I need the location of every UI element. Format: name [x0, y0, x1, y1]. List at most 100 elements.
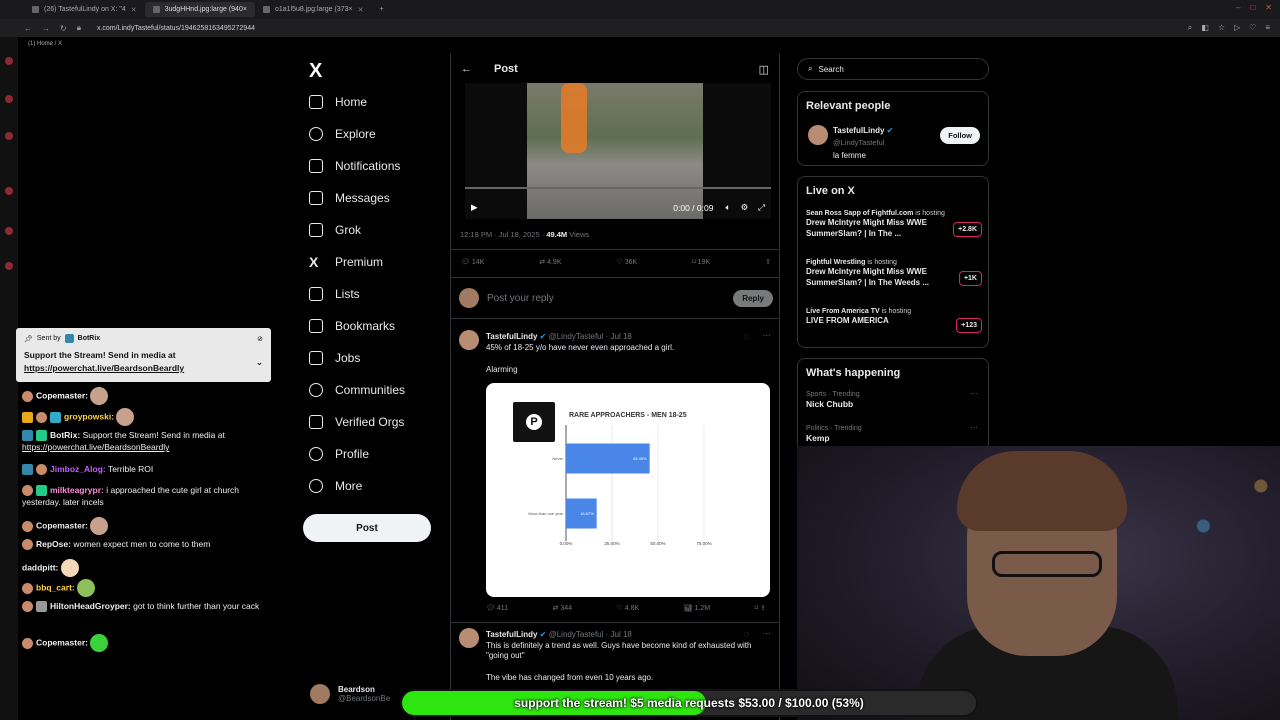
chat-username[interactable]: bbq_cart:	[36, 582, 75, 592]
chart-image[interactable]: P RARE APPROACHERS - MEN 18-25 0.00% 25.0…	[486, 383, 770, 597]
volume-icon[interactable]: 🔈︎	[725, 202, 730, 213]
tab-image-2[interactable]: o1a1l5u8.jpg:large (373× ✕	[255, 2, 372, 17]
close-tab-icon[interactable]: ✕	[131, 6, 137, 14]
fullscreen-icon[interactable]: ⤢	[758, 202, 765, 213]
like-action[interactable]: ♡ 4.8K	[617, 604, 640, 612]
tab-x[interactable]: (26) TastefulLindy on X: "4 ✕	[24, 2, 145, 17]
forward-icon[interactable]: →	[42, 24, 50, 33]
sidebar-app-icon[interactable]	[5, 262, 13, 270]
more-icon[interactable]: ···	[970, 423, 978, 432]
post-button[interactable]: Post	[303, 514, 431, 542]
chat-username[interactable]: daddpitt:	[22, 562, 58, 572]
video-progress[interactable]	[465, 187, 771, 189]
video-player[interactable]: ▶ 0:00 / 0:09 🔈︎ ⚙︎ ⤢	[465, 83, 771, 219]
tweet-author[interactable]: TastefulLindy	[486, 630, 537, 639]
bookmark-action[interactable]: ⌑ 19K	[692, 258, 710, 266]
like-action[interactable]: ♡ 36K	[616, 258, 637, 266]
pinned-link[interactable]: https://powerchat.live/BeardsonBeardly	[24, 363, 184, 373]
reply-action[interactable]: 💬︎ 411	[486, 604, 508, 612]
chat-username[interactable]: RepOse:	[36, 539, 71, 549]
account-switcher[interactable]: Beardson @BeardsonBe	[310, 684, 390, 704]
maximize-icon[interactable]: □	[1250, 3, 1255, 12]
chat-username[interactable]: Jimboz_Alog:	[50, 464, 106, 474]
tab-image-1[interactable]: 3udgHHnd.jpg:large (940×	[144, 2, 255, 17]
back-icon[interactable]: ←	[24, 24, 32, 33]
nav-premium[interactable]: X Premium	[309, 255, 383, 269]
new-tab-button[interactable]: +	[371, 2, 391, 17]
more-icon[interactable]: ···	[763, 330, 772, 340]
close-tab-icon[interactable]: ✕	[358, 6, 364, 14]
minimize-icon[interactable]: –	[1236, 3, 1240, 12]
chat-username[interactable]: BotRix:	[50, 430, 80, 440]
trend-item[interactable]: Sports · Trending Nick Chubb	[806, 391, 860, 409]
tweet-author[interactable]: TastefulLindy	[486, 332, 537, 341]
chat-username[interactable]: groypowski:	[64, 411, 114, 421]
more-icon[interactable]: ···	[970, 389, 978, 398]
live-space[interactable]: Live From America TV is hosting LIVE FRO…	[806, 308, 986, 333]
chat-username[interactable]: Copemaster:	[36, 637, 88, 647]
chat-username[interactable]: HiltonHeadGroyper:	[50, 601, 131, 611]
reply-input[interactable]: Post your reply	[487, 293, 554, 304]
avatar[interactable]	[808, 125, 828, 145]
chat-link[interactable]: https://powerchat.live/BeardsonBeardly	[22, 442, 169, 452]
more-icon[interactable]: ···	[763, 628, 772, 638]
bookmark-icon[interactable]: ⌑ ⇪	[755, 604, 766, 612]
live-space[interactable]: Fightful Wrestling is hosting Drew McInt…	[806, 259, 986, 288]
close-window-icon[interactable]: ✕	[1265, 3, 1272, 12]
extension-icon[interactable]: ◧	[1201, 23, 1209, 33]
reload-icon[interactable]: ↻	[60, 24, 67, 33]
expand-chevron-icon[interactable]: ⌄	[256, 356, 263, 369]
menu-icon[interactable]: ≡	[1265, 23, 1270, 33]
avatar[interactable]	[459, 628, 479, 648]
grok-action-icon[interactable]: ◌	[744, 629, 749, 639]
nav-bookmarks[interactable]: Bookmarks	[309, 319, 395, 333]
nav-verified-orgs[interactable]: Verified Orgs	[309, 415, 404, 429]
repost-action[interactable]: ⇄ 4.9K	[539, 258, 561, 266]
chat-message: Copemaster:	[22, 634, 272, 652]
chat-username[interactable]: Copemaster:	[36, 520, 88, 530]
heart-icon[interactable]: ♡	[1249, 23, 1256, 33]
play-icon[interactable]: ▷	[1234, 23, 1240, 33]
reader-icon[interactable]: ◫	[759, 63, 769, 76]
post-timestamp[interactable]: 12:18 PM · Jul 18, 2025 ·	[460, 230, 546, 239]
nav-profile[interactable]: Profile	[309, 447, 369, 461]
avatar[interactable]	[459, 330, 479, 350]
reply-button[interactable]: Reply	[733, 289, 773, 307]
chat-username[interactable]: milkteagrypr:	[50, 485, 104, 495]
zoom-icon[interactable]: ⌕	[1188, 23, 1192, 33]
x-logo[interactable]: X	[309, 60, 322, 83]
nav-notifications[interactable]: Notifications	[309, 159, 400, 173]
back-arrow-icon[interactable]: ←	[461, 63, 472, 75]
url-field[interactable]: x.com/LindyTasteful/status/1946258163495…	[97, 25, 255, 32]
unpin-icon[interactable]: ⊘	[257, 335, 263, 343]
nav-jobs[interactable]: Jobs	[309, 351, 360, 365]
sidebar-app-icon[interactable]	[5, 57, 13, 65]
share-icon[interactable]: ⇪	[765, 258, 771, 266]
person-name[interactable]: TastefulLindy ✔	[833, 126, 893, 135]
nav-communities[interactable]: Communities	[309, 383, 405, 397]
sidebar-app-icon[interactable]	[5, 95, 13, 103]
nav-more[interactable]: More	[309, 479, 362, 493]
nav-home[interactable]: Home	[309, 95, 367, 109]
nav-explore[interactable]: Explore	[309, 127, 376, 141]
views-action[interactable]: 📊︎ 1.2M	[684, 604, 710, 612]
repost-action[interactable]: ⇄ 344	[553, 604, 573, 612]
bookmark-icon[interactable]: ☆	[1218, 23, 1225, 33]
settings-icon[interactable]: ⚙︎	[741, 202, 749, 213]
chat-username[interactable]: Copemaster:	[36, 390, 88, 400]
avatar	[310, 684, 330, 704]
sidebar-app-icon[interactable]	[5, 132, 13, 140]
live-space[interactable]: Sean Ross Sapp of Fightful.com is hostin…	[806, 210, 986, 239]
trend-item[interactable]: Politics · Trending Kemp	[806, 425, 862, 443]
nav-grok[interactable]: Grok	[309, 223, 361, 237]
grok-action-icon[interactable]: ◌	[744, 331, 749, 341]
tab-title: o1a1l5u8.jpg:large (373×	[274, 6, 353, 13]
sidebar-app-icon[interactable]	[5, 227, 13, 235]
sidebar-app-icon[interactable]	[5, 187, 13, 195]
follow-button[interactable]: Follow	[940, 127, 980, 144]
reply-action[interactable]: 💬︎ 14K	[461, 258, 484, 266]
search-input[interactable]: ⌕ Search	[797, 58, 989, 80]
play-icon[interactable]: ▶	[471, 202, 478, 213]
nav-messages[interactable]: Messages	[309, 191, 390, 205]
nav-lists[interactable]: Lists	[309, 287, 360, 301]
